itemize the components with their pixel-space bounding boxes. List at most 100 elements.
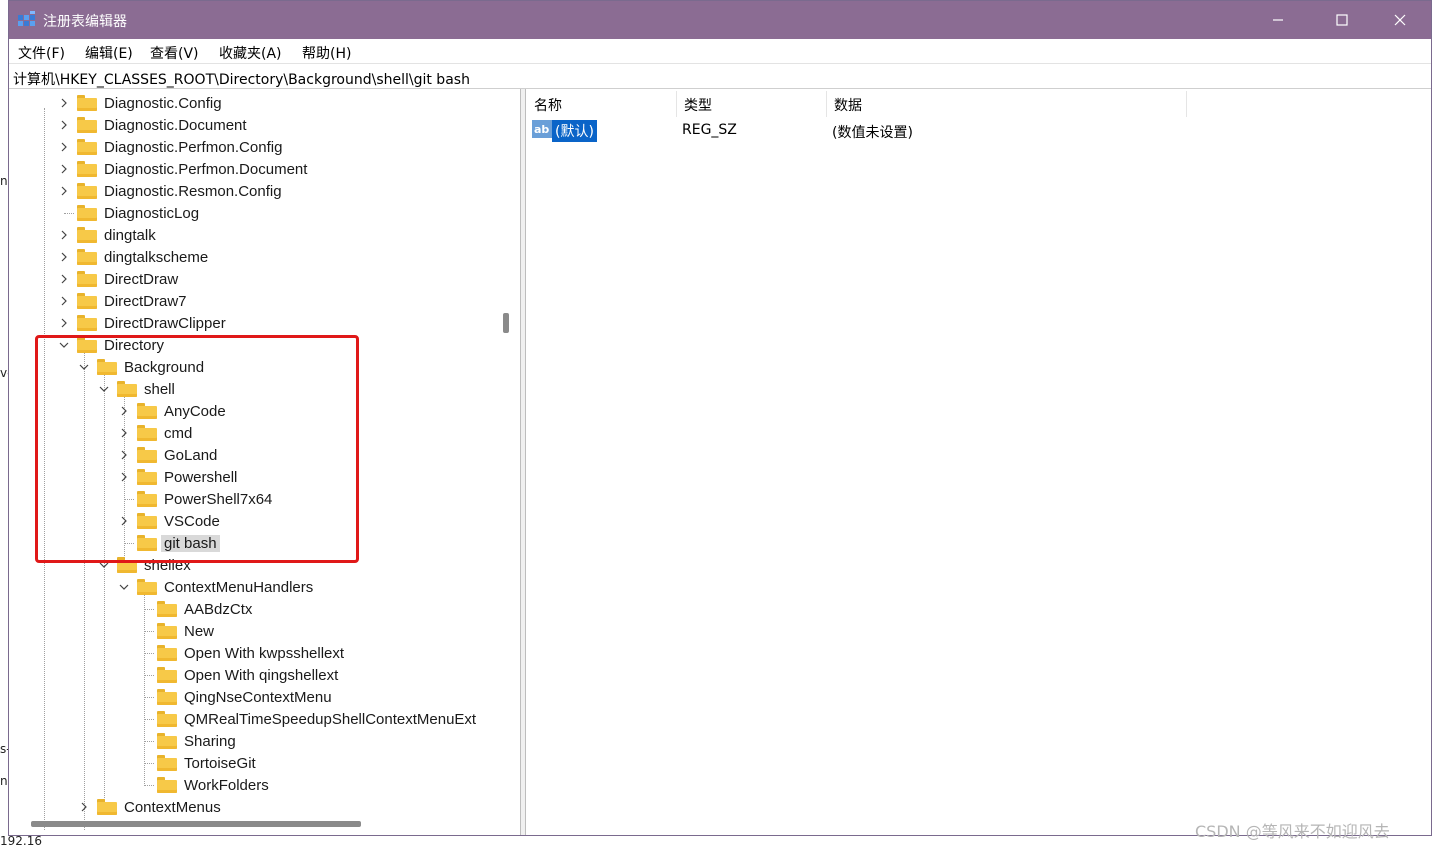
minimize-button[interactable]: [1247, 1, 1309, 39]
tree-item-label[interactable]: Diagnostic.Document: [101, 117, 250, 134]
folder-icon: [77, 95, 97, 111]
tree-item-label[interactable]: Open With kwpsshellext: [181, 645, 347, 662]
tree-item[interactable]: Diagnostic.Config: [57, 92, 225, 114]
chevron-down-icon[interactable]: [117, 576, 131, 598]
close-button[interactable]: [1369, 1, 1431, 39]
tree-item[interactable]: dingtalkscheme: [57, 246, 211, 268]
column-divider[interactable]: [1186, 91, 1187, 117]
folder-icon: [97, 799, 117, 815]
column-header-data[interactable]: 数据: [834, 95, 862, 115]
menu-bar: 文件(F) 编辑(E) 查看(V) 收藏夹(A) 帮助(H): [9, 39, 1431, 63]
value-type: REG_SZ: [682, 122, 737, 138]
chevron-right-icon[interactable]: [57, 290, 71, 312]
menu-favorites[interactable]: 收藏夹(A): [219, 43, 282, 63]
folder-icon: [77, 227, 97, 243]
tree-vertical-scrollbar[interactable]: [503, 313, 509, 333]
tree-item[interactable]: New: [137, 620, 217, 642]
folder-icon: [137, 579, 157, 595]
folder-icon: [77, 271, 97, 287]
title-bar[interactable]: 注册表编辑器: [9, 1, 1431, 39]
chevron-right-icon[interactable]: [57, 114, 71, 136]
tree-item[interactable]: QingNseContextMenu: [137, 686, 335, 708]
folder-icon: [77, 205, 97, 221]
tree-item-label[interactable]: WorkFolders: [181, 777, 272, 794]
tree-item[interactable]: ContextMenus: [77, 796, 224, 818]
watermark: CSDN @等风来不如迎风去: [1195, 822, 1390, 841]
tree-item[interactable]: Sharing: [137, 730, 239, 752]
value-list-pane[interactable]: 名称 类型 数据 ab (默认) REG_SZ (数值未设置): [525, 89, 1431, 835]
maximize-button[interactable]: [1311, 1, 1373, 39]
tree-item[interactable]: DiagnosticLog: [57, 202, 202, 224]
chevron-right-icon[interactable]: [57, 312, 71, 334]
chevron-right-icon[interactable]: [57, 136, 71, 158]
tree-item-label[interactable]: Sharing: [181, 733, 239, 750]
tree-item[interactable]: AABdzCtx: [137, 598, 255, 620]
folder-icon: [77, 249, 97, 265]
column-header-type[interactable]: 类型: [684, 95, 712, 115]
tree-item[interactable]: Open With kwpsshellext: [137, 642, 347, 664]
folder-icon: [77, 139, 97, 155]
folder-icon: [157, 711, 177, 727]
tree-item-label[interactable]: QMRealTimeSpeedupShellContextMenuExt: [181, 711, 479, 728]
column-header-name[interactable]: 名称: [534, 95, 562, 115]
minimize-icon: [1273, 19, 1283, 21]
value-name[interactable]: (默认): [552, 120, 597, 142]
tree-item-label[interactable]: Diagnostic.Perfmon.Config: [101, 139, 285, 156]
tree-item-label[interactable]: QingNseContextMenu: [181, 689, 335, 706]
tree-item[interactable]: dingtalk: [57, 224, 159, 246]
tree-item[interactable]: ContextMenuHandlers: [117, 576, 316, 598]
tree-item[interactable]: Diagnostic.Perfmon.Config: [57, 136, 285, 158]
tree-item-label[interactable]: dingtalkscheme: [101, 249, 211, 266]
tree-item-label[interactable]: Diagnostic.Config: [101, 95, 225, 112]
svg-text:ab: ab: [534, 123, 549, 136]
folder-icon: [77, 117, 97, 133]
chevron-right-icon[interactable]: [57, 246, 71, 268]
tree-item-label[interactable]: AABdzCtx: [181, 601, 255, 618]
tree-item-label[interactable]: Diagnostic.Perfmon.Document: [101, 161, 310, 178]
tree-item-label[interactable]: ContextMenuHandlers: [161, 579, 316, 596]
tree-item[interactable]: QMRealTimeSpeedupShellContextMenuExt: [137, 708, 479, 730]
folder-icon: [157, 623, 177, 639]
chevron-right-icon[interactable]: [57, 92, 71, 114]
menu-file[interactable]: 文件(F): [18, 43, 65, 63]
tree-item[interactable]: WorkFolders: [137, 774, 272, 796]
tree-item-label[interactable]: dingtalk: [101, 227, 159, 244]
address-path[interactable]: 计算机\HKEY_CLASSES_ROOT\Directory\Backgrou…: [13, 69, 470, 89]
tree-item-label[interactable]: ContextMenus: [121, 799, 224, 816]
tree-item-label[interactable]: DiagnosticLog: [101, 205, 202, 222]
tree-item-label[interactable]: TortoiseGit: [181, 755, 259, 772]
folder-icon: [157, 601, 177, 617]
chevron-right-icon[interactable]: [57, 268, 71, 290]
tree-item[interactable]: DirectDrawClipper: [57, 312, 229, 334]
tree-item-label[interactable]: DirectDraw: [101, 271, 181, 288]
tree-item[interactable]: Open With qingshellext: [137, 664, 341, 686]
tree-item[interactable]: Diagnostic.Perfmon.Document: [57, 158, 310, 180]
tree-horizontal-scrollbar[interactable]: [31, 821, 361, 827]
tree-item[interactable]: DirectDraw7: [57, 290, 190, 312]
address-bar[interactable]: 计算机\HKEY_CLASSES_ROOT\Directory\Backgrou…: [9, 63, 1431, 89]
chevron-right-icon[interactable]: [57, 180, 71, 202]
tree-item-label[interactable]: DirectDrawClipper: [101, 315, 229, 332]
tree-item[interactable]: DirectDraw: [57, 268, 181, 290]
regedit-icon: [18, 11, 35, 26]
menu-edit[interactable]: 编辑(E): [85, 43, 133, 63]
column-divider[interactable]: [826, 91, 827, 117]
tree-item-label[interactable]: DirectDraw7: [101, 293, 190, 310]
chevron-right-icon[interactable]: [57, 158, 71, 180]
menu-help[interactable]: 帮助(H): [302, 43, 351, 63]
folder-icon: [157, 689, 177, 705]
background-text-fragment: n: [0, 774, 8, 788]
folder-icon: [157, 645, 177, 661]
tree-item-label[interactable]: Diagnostic.Resmon.Config: [101, 183, 285, 200]
chevron-right-icon[interactable]: [57, 224, 71, 246]
tree-item-label[interactable]: New: [181, 623, 217, 640]
column-divider[interactable]: [676, 91, 677, 117]
tree-item[interactable]: Diagnostic.Resmon.Config: [57, 180, 285, 202]
tree-item[interactable]: TortoiseGit: [137, 752, 259, 774]
tree-item-label[interactable]: Open With qingshellext: [181, 667, 341, 684]
chevron-right-icon[interactable]: [77, 796, 91, 818]
tree-item[interactable]: Diagnostic.Document: [57, 114, 250, 136]
close-icon: [1394, 14, 1406, 26]
menu-view[interactable]: 查看(V): [150, 43, 199, 63]
folder-icon: [77, 293, 97, 309]
